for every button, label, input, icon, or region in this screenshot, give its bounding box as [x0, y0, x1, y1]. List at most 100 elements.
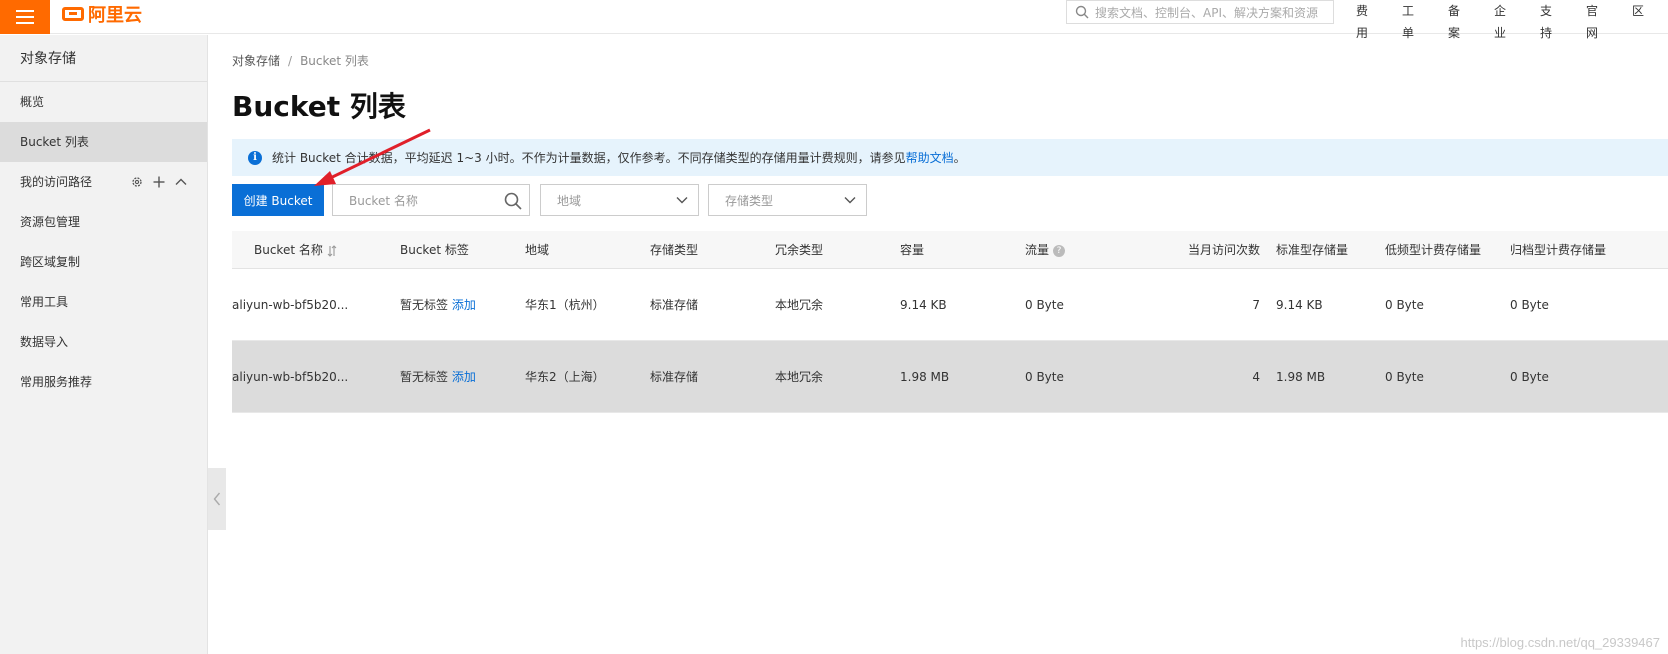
search-icon: [1075, 5, 1089, 19]
tag-empty-text: 暂无标签: [400, 370, 449, 384]
visits-cell: 7: [1252, 297, 1260, 312]
sidebar: 对象存储 概览 Bucket 列表 我的访问路径 资源包管理 跨区域复制 常用工…: [0, 35, 208, 654]
redundancy-cell: 本地冗余: [775, 298, 824, 312]
aliyun-logo-icon: [62, 7, 84, 21]
bucket-name-link[interactable]: aliyun-wb-bf5b20...: [232, 298, 400, 312]
add-tag-link[interactable]: 添加: [452, 370, 476, 384]
capacity-cell: 9.14 KB: [900, 297, 947, 312]
top-nav-icp[interactable]: 备案: [1448, 0, 1470, 40]
column-header-traffic-label: 流量: [1025, 243, 1050, 257]
standard-storage-cell: 9.14 KB: [1276, 297, 1323, 312]
chevron-up-icon[interactable]: [175, 176, 187, 188]
sort-icon[interactable]: [327, 244, 337, 257]
archive-storage-cell: 0 Byte: [1510, 297, 1549, 312]
sidebar-item-access-paths[interactable]: 我的访问路径: [0, 162, 207, 202]
column-header-traffic: 流量?: [1025, 241, 1150, 258]
bucket-name-link[interactable]: aliyun-wb-bf5b20...: [232, 370, 400, 384]
menu-icon[interactable]: [0, 0, 50, 34]
page-title: Bucket 列表: [232, 90, 406, 123]
breadcrumb-current: Bucket 列表: [300, 54, 369, 68]
sidebar-item-overview[interactable]: 概览: [0, 82, 207, 122]
global-search-input[interactable]: 搜索文档、控制台、API、解决方案和资源: [1066, 0, 1334, 24]
redundancy-cell: 本地冗余: [775, 370, 824, 384]
archive-storage-cell: 0 Byte: [1510, 369, 1549, 384]
create-bucket-button[interactable]: 创建 Bucket: [232, 184, 324, 216]
storage-type-cell: 标准存储: [650, 370, 699, 384]
toolbar: 创建 Bucket Bucket 名称 地域 存储类型: [232, 184, 1668, 216]
sidebar-item-data-import[interactable]: 数据导入: [0, 322, 207, 362]
chevron-down-icon: [676, 197, 688, 204]
info-notice: i 统计 Bucket 合计数据，平均延迟 1~3 小时。不作为计量数据，仅作参…: [232, 139, 1668, 176]
bucket-name-search-input[interactable]: Bucket 名称: [332, 184, 530, 216]
notice-text: 统计 Bucket 合计数据，平均延迟 1~3 小时。不作为计量数据，仅作参考。…: [272, 151, 906, 165]
sidebar-collapse-handle[interactable]: [208, 468, 226, 530]
help-icon[interactable]: ?: [1053, 244, 1066, 257]
region-cell: 华东2（上海）: [525, 370, 605, 384]
ia-storage-cell: 0 Byte: [1385, 369, 1424, 384]
column-header-name[interactable]: Bucket 名称: [232, 241, 400, 258]
ia-storage-cell: 0 Byte: [1385, 297, 1424, 312]
column-header-redundancy: 冗余类型: [775, 243, 824, 257]
sidebar-item-bucket-list[interactable]: Bucket 列表: [0, 122, 207, 162]
top-nav-tickets[interactable]: 工单: [1402, 0, 1424, 40]
logo-text: 阿里云: [88, 5, 142, 26]
region-cell: 华东1（杭州）: [525, 298, 605, 312]
sidebar-item-common-tools[interactable]: 常用工具: [0, 282, 207, 322]
top-nav-enterprise[interactable]: 企业: [1494, 0, 1516, 40]
chevron-left-icon: [213, 492, 221, 506]
add-tag-link[interactable]: 添加: [452, 298, 476, 312]
global-search-placeholder: 搜索文档、控制台、API、解决方案和资源: [1095, 5, 1318, 20]
bucket-tag-cell: 暂无标签 添加: [400, 368, 525, 385]
sidebar-item-cross-region-replication[interactable]: 跨区域复制: [0, 242, 207, 282]
table-row[interactable]: aliyun-wb-bf5b20... 暂无标签 添加 华东1（杭州） 标准存储…: [232, 269, 1668, 341]
table-header: Bucket 名称 Bucket 标签 地域 存储类型 冗余类型 容量 流量? …: [232, 231, 1668, 269]
chevron-down-icon: [844, 197, 856, 204]
sidebar-item-recommended-services[interactable]: 常用服务推荐: [0, 362, 207, 402]
gear-icon[interactable]: [131, 176, 143, 188]
storage-type-select[interactable]: 存储类型: [708, 184, 867, 216]
notice-suffix: 。: [953, 151, 966, 165]
sidebar-item-resource-packages[interactable]: 资源包管理: [0, 202, 207, 242]
plus-icon[interactable]: [153, 176, 165, 188]
storage-type-select-placeholder: 存储类型: [725, 193, 774, 208]
top-nav-fees[interactable]: 费用: [1356, 0, 1378, 40]
sidebar-item-label: 我的访问路径: [20, 175, 93, 189]
column-header-name-label: Bucket 名称: [254, 243, 323, 257]
table-row[interactable]: aliyun-wb-bf5b20... 暂无标签 添加 华东2（上海） 标准存储…: [232, 341, 1668, 413]
traffic-cell: 0 Byte: [1025, 369, 1064, 384]
top-nav-more[interactable]: 区: [1632, 0, 1644, 24]
watermark: https://blog.csdn.net/qq_29339467: [1460, 635, 1661, 650]
breadcrumb-root[interactable]: 对象存储: [232, 54, 280, 68]
main-content: 对象存储 / Bucket 列表 Bucket 列表 i 统计 Bucket 合计数…: [232, 35, 1668, 654]
top-nav-website[interactable]: 官网: [1586, 0, 1608, 40]
breadcrumb: 对象存储 / Bucket 列表: [232, 52, 369, 69]
standard-storage-cell: 1.98 MB: [1276, 369, 1326, 384]
column-header-archive-storage: 归档型计费存储量: [1510, 243, 1607, 257]
column-header-capacity: 容量: [900, 243, 925, 257]
column-header-standard-storage: 标准型存储量: [1276, 243, 1349, 257]
bucket-name-placeholder: Bucket 名称: [349, 193, 418, 208]
breadcrumb-separator: /: [288, 54, 293, 68]
help-docs-link[interactable]: 帮助文档: [906, 149, 954, 166]
aliyun-logo[interactable]: 阿里云: [62, 2, 142, 26]
storage-type-cell: 标准存储: [650, 298, 699, 312]
search-icon[interactable]: [503, 191, 523, 211]
column-header-ia-storage: 低频型计费存储量: [1385, 243, 1482, 257]
top-bar: 阿里云 搜索文档、控制台、API、解决方案和资源 费用 工单 备案 企业 支持 …: [0, 0, 1668, 40]
column-header-visits: 当月访问次数: [1187, 243, 1260, 257]
top-nav: 费用 工单 备案 企业 支持 官网 区: [1356, 0, 1668, 40]
bucket-table: Bucket 名称 Bucket 标签 地域 存储类型 冗余类型 容量 流量? …: [232, 231, 1668, 413]
column-header-tag: Bucket 标签: [400, 243, 469, 257]
visits-cell: 4: [1252, 369, 1260, 384]
region-select-placeholder: 地域: [557, 193, 582, 208]
traffic-cell: 0 Byte: [1025, 297, 1064, 312]
top-nav-support[interactable]: 支持: [1540, 0, 1562, 40]
capacity-cell: 1.98 MB: [900, 369, 950, 384]
info-icon: i: [248, 150, 262, 165]
bucket-tag-cell: 暂无标签 添加: [400, 296, 525, 313]
tag-empty-text: 暂无标签: [400, 298, 449, 312]
column-header-storage-type: 存储类型: [650, 243, 699, 257]
region-select[interactable]: 地域: [540, 184, 699, 216]
column-header-region: 地域: [525, 243, 550, 257]
sidebar-title: 对象存储: [0, 35, 207, 82]
